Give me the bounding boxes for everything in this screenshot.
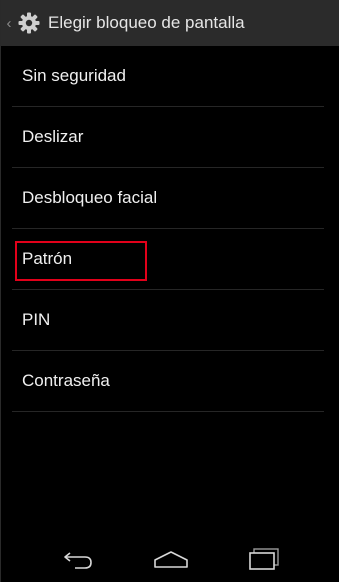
option-deslizar[interactable]: Deslizar [12, 107, 324, 168]
option-desbloqueo-facial[interactable]: Desbloqueo facial [12, 168, 324, 229]
action-bar: ‹ Elegir bloqueo de pantalla [1, 0, 339, 46]
option-label: Contraseña [22, 371, 110, 390]
home-icon[interactable] [146, 539, 196, 579]
option-sin-seguridad[interactable]: Sin seguridad [12, 46, 324, 107]
option-patron[interactable]: Patrón [12, 229, 324, 290]
option-label: Desbloqueo facial [22, 188, 158, 207]
settings-gear-icon[interactable] [16, 10, 42, 36]
lock-options-list: Sin seguridad Deslizar Desbloqueo facial… [1, 46, 339, 536]
option-contrasena[interactable]: Contraseña [12, 351, 324, 412]
back-icon[interactable] [53, 539, 103, 579]
option-pin[interactable]: PIN [12, 290, 324, 351]
phone-screen: ‹ Elegir bloqueo de pantalla Sin segurid… [0, 0, 339, 582]
screen-title: Elegir bloqueo de pantalla [48, 13, 245, 32]
option-label: Sin seguridad [22, 66, 126, 85]
chevron-left-icon[interactable]: ‹ [2, 0, 16, 46]
option-label: PIN [22, 310, 51, 329]
recent-apps-icon[interactable] [239, 539, 289, 579]
navigation-bar [1, 536, 339, 582]
option-label: Deslizar [22, 127, 84, 146]
option-label: Patrón [22, 249, 73, 268]
